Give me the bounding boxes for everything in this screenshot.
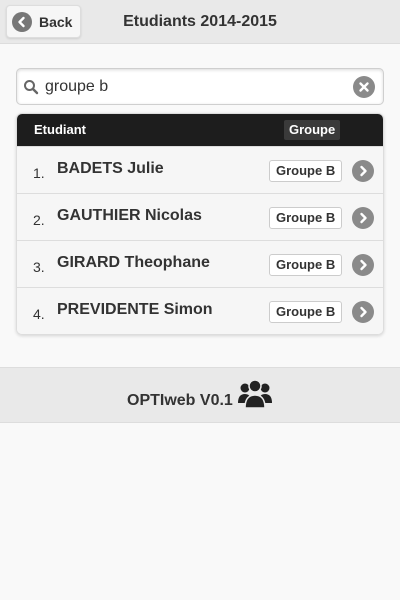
search-icon	[23, 79, 39, 95]
list-item[interactable]: 4. PREVIDENTE Simon Groupe B	[17, 287, 383, 334]
group-users-icon	[237, 376, 273, 412]
student-name: BADETS Julie	[57, 160, 164, 177]
chevron-left-icon	[12, 11, 32, 32]
student-list: Etudiant Groupe 1. BADETS Julie Groupe B…	[16, 113, 384, 335]
group-badge: Groupe B	[269, 160, 343, 182]
column-header-group: Groupe	[284, 120, 341, 140]
chevron-right-icon[interactable]	[352, 301, 374, 323]
chevron-right-icon[interactable]	[352, 160, 374, 182]
group-badge: Groupe B	[269, 207, 343, 229]
student-name: GIRARD Theophane	[57, 254, 210, 271]
row-number: 4.	[33, 306, 45, 322]
column-header-student: Etudiant	[34, 122, 86, 137]
close-icon[interactable]	[353, 76, 375, 98]
student-name: GAUTHIER Nicolas	[57, 207, 202, 224]
row-number: 1.	[33, 165, 45, 181]
row-number: 3.	[33, 259, 45, 275]
group-badge: Groupe B	[269, 254, 343, 276]
list-item[interactable]: 3. GIRARD Theophane Groupe B	[17, 240, 383, 287]
chevron-right-icon[interactable]	[352, 254, 374, 276]
list-item[interactable]: 2. GAUTHIER Nicolas Groupe B	[17, 193, 383, 240]
list-item[interactable]: 1. BADETS Julie Groupe B	[17, 146, 383, 193]
back-button[interactable]: Back	[6, 5, 81, 38]
search-input[interactable]	[45, 75, 345, 99]
chevron-right-icon[interactable]	[352, 207, 374, 229]
search-bar	[16, 68, 384, 105]
footer-bar: OPTIweb V0.1	[0, 367, 400, 423]
back-button-label: Back	[39, 13, 73, 30]
page-title: Etudiants 2014-2015	[123, 13, 277, 30]
app-version: OPTIweb V0.1	[127, 392, 233, 409]
group-badge: Groupe B	[269, 301, 343, 323]
header-bar: Back Etudiants 2014-2015	[0, 0, 400, 44]
list-header: Etudiant Groupe	[17, 114, 383, 146]
student-name: PREVIDENTE Simon	[57, 301, 213, 318]
row-number: 2.	[33, 212, 45, 228]
